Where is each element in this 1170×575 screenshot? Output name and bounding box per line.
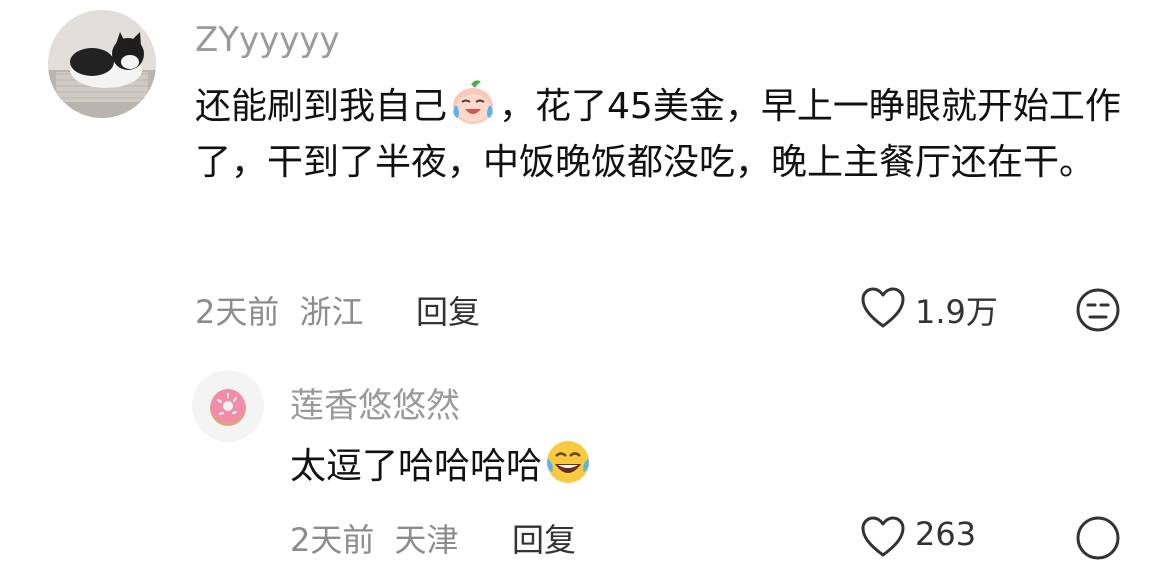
reply-time: 2天前 — [290, 521, 375, 559]
reply-button[interactable]: 回复 — [416, 287, 480, 333]
face-with-tears-of-joy-emoji-icon — [544, 438, 592, 486]
reply-meh-face-icon[interactable] — [1075, 515, 1121, 561]
crying-laughing-peach-emoji-icon — [449, 78, 497, 126]
username[interactable]: ZYyyyyy — [195, 20, 340, 60]
reply-text-content: 太逗了哈哈哈哈 — [290, 446, 543, 487]
comment-text: 还能刷到我自己 ，花了45美金，早上一睁眼就开始工作了，干到了半夜，中饭晚饭都没… — [195, 78, 1125, 191]
comment-text-part1: 还能刷到我自己 — [195, 86, 448, 127]
comment-time: 2天前 — [195, 293, 280, 331]
reply-like-count: 263 — [915, 515, 977, 553]
reply-reply-button[interactable]: 回复 — [512, 515, 576, 561]
reply-username[interactable]: 莲香悠悠然 — [290, 378, 460, 427]
reply-location: 天津 — [394, 521, 459, 559]
comment-meta: 2天前 浙江 — [195, 287, 364, 333]
reply-avatar[interactable] — [192, 370, 264, 442]
reply-heart-icon[interactable] — [860, 516, 906, 560]
avatar[interactable] — [48, 10, 156, 118]
reply-meta: 2天前 天津 — [290, 515, 459, 561]
comment-location: 浙江 — [299, 293, 364, 331]
like-count: 1.9万 — [915, 293, 998, 331]
meh-face-icon[interactable] — [1075, 287, 1121, 333]
donut-icon — [192, 370, 264, 442]
reply-text: 太逗了哈哈哈哈 — [290, 438, 594, 495]
cat-avatar-image — [48, 10, 156, 118]
heart-icon[interactable] — [860, 287, 906, 331]
